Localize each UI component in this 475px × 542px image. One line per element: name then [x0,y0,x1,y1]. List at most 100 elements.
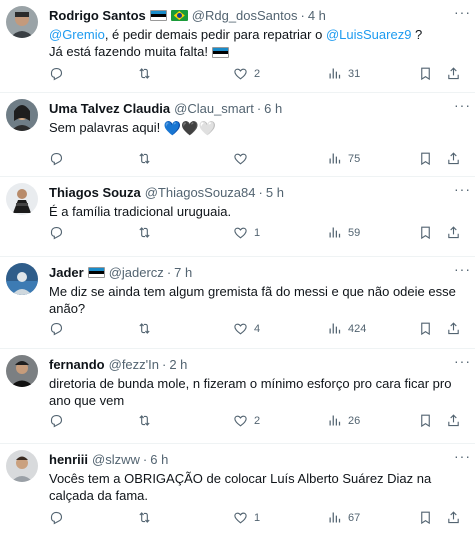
share-button[interactable] [446,151,461,166]
like-icon [234,68,247,80]
more-options-icon[interactable]: ··· [454,97,471,113]
separator-dot: · [256,101,262,116]
user-handle[interactable]: @fezz'In [109,356,159,373]
display-name[interactable]: Thiagos Souza [49,184,141,201]
retweet-button[interactable] [137,66,158,81]
like-button[interactable]: 1 [233,510,260,525]
user-handle[interactable]: @slzww [92,451,140,468]
timestamp[interactable]: 6 h [150,451,168,468]
display-name[interactable]: fernando [49,356,105,373]
retweet-button[interactable] [137,321,158,336]
like-icon [234,227,247,239]
share-button[interactable] [446,66,461,81]
tweet-header: Uma Talvez Claudia @Clau_smart · 6 h [49,100,469,117]
tweet-body: henriii @slzww · 6 h Vocês tem a OBRIGAÇ… [49,451,469,504]
timestamp[interactable]: 5 h [266,184,284,201]
tweet-body: fernando @fezz'In · 2 h diretoria de bun… [49,356,469,409]
text-segment: Sem palavras aqui! [49,120,164,135]
views-button[interactable]: 424 [327,321,366,336]
retweet-button[interactable] [137,510,158,525]
like-button[interactable]: 2 [233,66,260,81]
avatar[interactable] [6,183,38,215]
tweet[interactable]: Jader @jadercz · 7 h Me diz se ainda tem… [0,257,475,349]
timestamp[interactable]: 6 h [264,100,282,117]
bookmark-button[interactable] [418,66,433,81]
separator-dot: · [162,357,167,372]
tweet[interactable]: Thiagos Souza @ThiagosSouza84 · 5 h É a … [0,177,475,257]
user-handle[interactable]: @ThiagosSouza84 [145,184,256,201]
reply-button[interactable] [49,225,70,240]
reply-button[interactable] [49,66,70,81]
timestamp[interactable]: 2 h [169,356,187,373]
retweet-button[interactable] [137,151,158,166]
reply-icon [50,67,63,81]
tweet-actions: 75 [49,151,469,171]
reply-button[interactable] [49,151,70,166]
more-options-icon[interactable]: ··· [454,4,471,20]
tweet-body: Jader @jadercz · 7 h Me diz se ainda tem… [49,264,469,317]
timestamp[interactable]: 4 h [308,7,326,24]
like-icon [234,415,247,427]
share-button[interactable] [446,225,461,240]
reply-button[interactable] [49,413,70,428]
avatar[interactable] [6,450,38,482]
bookmark-button[interactable] [418,225,433,240]
like-button[interactable]: 4 [233,321,260,336]
tweet[interactable]: henriii @slzww · 6 h Vocês tem a OBRIGAÇ… [0,444,475,542]
user-handle[interactable]: @Clau_smart [174,100,254,117]
share-icon [448,414,459,427]
tweet-actions: 2 31 [49,66,469,86]
display-name[interactable]: Rodrigo Santos [49,7,146,24]
views-button[interactable]: 31 [327,66,360,81]
more-options-icon[interactable]: ··· [454,181,471,197]
avatar[interactable] [6,263,38,295]
avatar[interactable] [6,355,38,387]
views-button[interactable]: 59 [327,225,360,240]
display-name[interactable]: henriii [49,451,88,468]
avatar[interactable] [6,6,38,38]
tweet-header: Thiagos Souza @ThiagosSouza84 · 5 h [49,184,469,201]
more-options-icon[interactable]: ··· [454,353,471,369]
tweet[interactable]: Uma Talvez Claudia @Clau_smart · 6 h Sem… [0,93,475,177]
retweet-button[interactable] [137,225,158,240]
avatar[interactable] [6,99,38,131]
tweet[interactable]: fernando @fezz'In · 2 h diretoria de bun… [0,349,475,444]
tweet[interactable]: Rodrigo Santos @Rdg_dosSantos · 4 h @Gre… [0,0,475,93]
user-handle[interactable]: @jadercz [109,264,164,281]
timestamp[interactable]: 7 h [174,264,192,281]
reply-button[interactable] [49,510,70,525]
display-name[interactable]: Uma Talvez Claudia [49,100,170,117]
like-button[interactable]: 1 [233,225,260,240]
like-button[interactable] [233,151,254,166]
mention-link[interactable]: @Gremio [49,27,105,42]
like-button[interactable]: 2 [233,413,260,428]
bookmark-button[interactable] [418,151,433,166]
share-button[interactable] [446,321,461,336]
like-count: 1 [254,226,261,239]
views-button[interactable]: 75 [327,151,360,166]
bookmark-button[interactable] [418,510,433,525]
share-button[interactable] [446,413,461,428]
reply-button[interactable] [49,321,70,336]
display-name[interactable]: Jader [49,264,84,281]
share-button[interactable] [446,510,461,525]
more-options-icon[interactable]: ··· [454,448,471,464]
bookmark-button[interactable] [418,413,433,428]
share-icon [448,322,459,335]
tweet-text: Me diz se ainda tem algum gremista fã do… [49,284,460,316]
bookmark-icon [421,322,430,336]
retweet-button[interactable] [137,413,158,428]
mention-link[interactable]: @LuisSuarez9 [326,27,411,42]
user-handle[interactable]: @Rdg_dosSantos [192,7,298,24]
like-count: 1 [254,511,261,524]
bookmark-icon [421,414,430,428]
views-icon [329,415,341,426]
like-count: 2 [254,414,261,427]
views-button[interactable]: 26 [327,413,360,428]
retweet-icon [139,68,150,79]
tweet-text: @Gremio, é pedir demais pedir para repat… [49,26,469,60]
more-options-icon[interactable]: ··· [454,261,471,277]
bookmark-button[interactable] [418,321,433,336]
views-button[interactable]: 67 [327,510,360,525]
reply-icon [50,511,63,525]
